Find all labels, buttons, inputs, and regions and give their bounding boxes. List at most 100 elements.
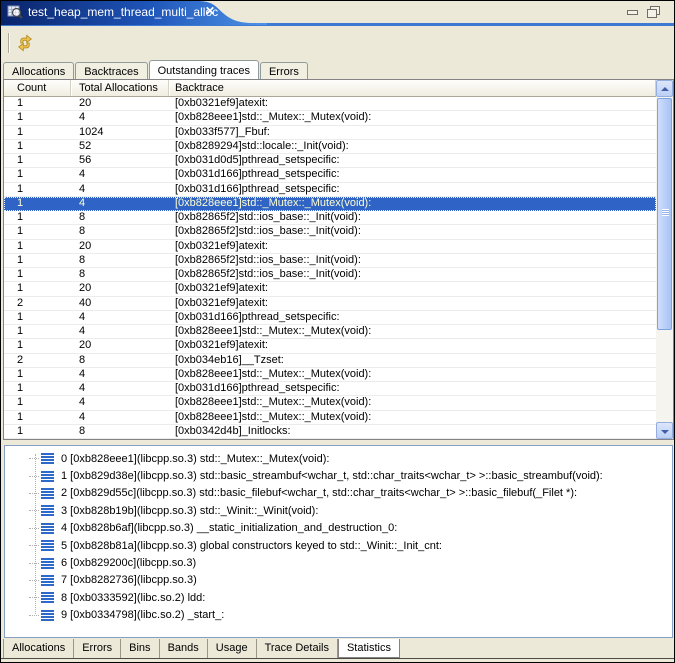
tab-errors[interactable]: Errors — [260, 62, 308, 79]
table-cell: [0xb031d166]pthread_setspecific: — [169, 382, 656, 395]
column-header-backtrace[interactable]: Backtrace — [169, 80, 656, 96]
scroll-down-icon[interactable] — [656, 422, 673, 439]
backtrace-frame-text: 1 [0xb829d38e](libcpp.so.3) std::basic_s… — [61, 470, 603, 482]
tab-usage[interactable]: Usage — [208, 639, 257, 658]
vertical-scrollbar[interactable] — [656, 80, 673, 439]
restore-icon[interactable] — [647, 6, 660, 18]
stack-frame-icon — [41, 610, 54, 621]
backtrace-frame-text: 9 [0xb0334798](libc.so.2) _start_: — [61, 609, 224, 621]
table-row[interactable]: 14[0xb828eee1]std::_Mutex::_Mutex(void): — [4, 396, 656, 410]
backtrace-frame-text: 7 [0xb8282736](libcpp.so.3) — [61, 574, 197, 586]
scroll-up-icon[interactable] — [656, 80, 673, 97]
backtrace-frame[interactable]: 5 [0xb828b81a](libcpp.so.3) global const… — [5, 537, 672, 554]
table-cell: 4 — [71, 183, 169, 196]
backtrace-frame[interactable]: 6 [0xb829200c](libcpp.so.3) — [5, 554, 672, 571]
table-cell: 1 — [4, 382, 71, 395]
column-header-count[interactable]: Count — [4, 80, 71, 96]
table-row[interactable]: 14[0xb031d166]pthread_setspecific: — [4, 382, 656, 396]
tab-outstanding-traces[interactable]: Outstanding traces — [149, 60, 259, 79]
table-cell: 1 — [4, 325, 71, 338]
table-cell: 1 — [4, 240, 71, 253]
table-cell: [0xb828eee1]std::_Mutex::_Mutex(void): — [169, 111, 656, 124]
table-row[interactable]: 14[0xb828eee1]std::_Mutex::_Mutex(void): — [4, 111, 656, 125]
tab-bands[interactable]: Bands — [160, 639, 208, 658]
backtrace-frame-text: 5 [0xb828b81a](libcpp.so.3) global const… — [61, 540, 442, 552]
table-row[interactable]: 18[0xb82865f2]std::ios_base::_Init(void)… — [4, 225, 656, 239]
table-header: Count Total Allocations Backtrace — [4, 80, 656, 97]
table-row[interactable]: 18[0xb0342d4b]_Initlocks: — [4, 425, 656, 439]
view-toolbar — [1, 26, 674, 60]
table-row[interactable]: 120[0xb0321ef9]atexit: — [4, 240, 656, 254]
view-titlebar: test_heap_mem_thread_multi_alloc ✕ — [1, 1, 674, 26]
table-cell: [0xb82865f2]std::ios_base::_Init(void): — [169, 225, 656, 238]
table-cell: 1 — [4, 97, 71, 110]
table-cell: 8 — [71, 225, 169, 238]
table-cell: [0xb0321ef9]atexit: — [169, 97, 656, 110]
backtrace-frame[interactable]: 1 [0xb829d38e](libcpp.so.3) std::basic_s… — [5, 467, 672, 484]
table-row[interactable]: 120[0xb0321ef9]atexit: — [4, 97, 656, 111]
table-cell: [0xb828eee1]std::_Mutex::_Mutex(void): — [169, 411, 656, 424]
tab-statistics[interactable]: Statistics — [338, 639, 400, 658]
refresh-icon[interactable] — [16, 34, 34, 52]
table-row[interactable]: 11024[0xb033f577]_Fbuf: — [4, 126, 656, 140]
tree-connector — [29, 458, 39, 459]
backtrace-frame[interactable]: 0 [0xb828eee1](libcpp.so.3) std::_Mutex:… — [5, 450, 672, 467]
backtrace-frame[interactable]: 3 [0xb828b19b](libcpp.so.3) std::_Winit:… — [5, 502, 672, 519]
table-row[interactable]: 240[0xb0321ef9]atexit: — [4, 297, 656, 311]
table-row[interactable]: 14[0xb031d166]pthread_setspecific: — [4, 183, 656, 197]
table-row[interactable]: 18[0xb82865f2]std::ios_base::_Init(void)… — [4, 268, 656, 282]
view-tab[interactable]: test_heap_mem_thread_multi_alloc ✕ — [1, 1, 267, 26]
backtrace-frame[interactable]: 7 [0xb8282736](libcpp.so.3) — [5, 572, 672, 589]
table-cell: 4 — [71, 382, 169, 395]
table-cell: [0xb031d166]pthread_setspecific: — [169, 168, 656, 181]
tab-trace-details[interactable]: Trace Details — [257, 639, 338, 658]
stack-frame-icon — [41, 575, 54, 586]
table-cell: 4 — [71, 197, 169, 210]
table-row[interactable]: 152[0xb8289294]std::locale::_Init(void): — [4, 140, 656, 154]
tab-bins[interactable]: Bins — [121, 639, 159, 658]
table-cell: [0xb031d166]pthread_setspecific: — [169, 311, 656, 324]
close-icon[interactable]: ✕ — [205, 4, 215, 18]
backtrace-frame[interactable]: 9 [0xb0334798](libc.so.2) _start_: — [5, 607, 672, 624]
table-cell: 20 — [71, 240, 169, 253]
table-cell: [0xb0321ef9]atexit: — [169, 282, 656, 295]
minimize-icon[interactable] — [627, 10, 638, 15]
tab-backtraces[interactable]: Backtraces — [75, 62, 147, 79]
backtrace-frame[interactable]: 4 [0xb828b6af](libcpp.so.3) __static_ini… — [5, 520, 672, 537]
backtrace-frame[interactable]: 8 [0xb0333592](libc.so.2) ldd: — [5, 589, 672, 606]
table-cell: [0xb0321ef9]atexit: — [169, 297, 656, 310]
tree-connector — [29, 493, 39, 494]
table-cell: [0xb034eb16]__Tzset: — [169, 354, 656, 367]
column-header-total-allocations[interactable]: Total Allocations — [71, 80, 169, 96]
table-cell: [0xb82865f2]std::ios_base::_Init(void): — [169, 254, 656, 267]
table-row[interactable]: 156[0xb031d0d5]pthread_setspecific: — [4, 154, 656, 168]
tab-allocations[interactable]: Allocations — [3, 62, 74, 79]
table-row[interactable]: 14[0xb828eee1]std::_Mutex::_Mutex(void): — [4, 197, 656, 211]
table-row[interactable]: 120[0xb0321ef9]atexit: — [4, 339, 656, 353]
backtrace-frame-text: 3 [0xb828b19b](libcpp.so.3) std::_Winit:… — [61, 505, 318, 517]
table-cell: 1 — [4, 111, 71, 124]
table-row[interactable]: 28[0xb034eb16]__Tzset: — [4, 354, 656, 368]
table-row[interactable]: 18[0xb82865f2]std::ios_base::_Init(void)… — [4, 211, 656, 225]
table-row[interactable]: 14[0xb031d166]pthread_setspecific: — [4, 311, 656, 325]
tab-errors[interactable]: Errors — [74, 639, 121, 658]
table-row[interactable]: 14[0xb828eee1]std::_Mutex::_Mutex(void): — [4, 368, 656, 382]
stack-frame-icon — [41, 592, 54, 603]
table-cell: [0xb828eee1]std::_Mutex::_Mutex(void): — [169, 197, 656, 210]
table-row[interactable]: 120[0xb0321ef9]atexit: — [4, 282, 656, 296]
table-cell: 20 — [71, 339, 169, 352]
backtrace-tree: 0 [0xb828eee1](libcpp.so.3) std::_Mutex:… — [5, 446, 672, 624]
table-row[interactable]: 14[0xb031d166]pthread_setspecific: — [4, 168, 656, 182]
backtrace-frame-text: 8 [0xb0333592](libc.so.2) ldd: — [61, 592, 205, 604]
table-cell: 56 — [71, 154, 169, 167]
table-cell: 2 — [4, 354, 71, 367]
backtrace-frame[interactable]: 2 [0xb829d55c](libcpp.so.3) std::basic_f… — [5, 485, 672, 502]
table-row[interactable]: 14[0xb828eee1]std::_Mutex::_Mutex(void): — [4, 325, 656, 339]
table-row[interactable]: 14[0xb828eee1]std::_Mutex::_Mutex(void): — [4, 411, 656, 425]
tree-connector — [29, 476, 39, 477]
table-cell: 1 — [4, 254, 71, 267]
table-row[interactable]: 18[0xb82865f2]std::ios_base::_Init(void)… — [4, 254, 656, 268]
scrollbar-thumb[interactable] — [657, 98, 672, 330]
tree-connector — [29, 528, 39, 529]
tab-allocations[interactable]: Allocations — [3, 639, 74, 658]
